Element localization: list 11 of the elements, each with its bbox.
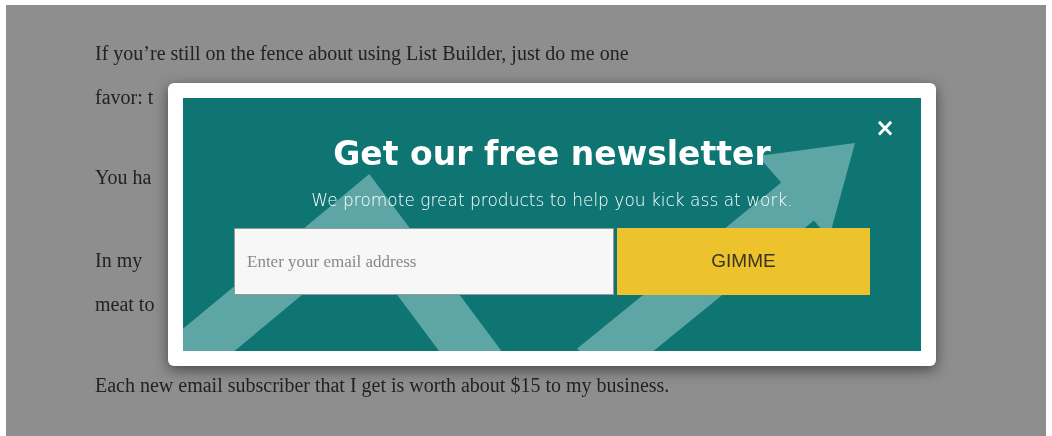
article-text: In my — [95, 249, 143, 271]
email-input-field[interactable]: Enter your email address — [234, 228, 614, 295]
article-text: If you’re still on the fence about using List Builder, just do me one — [95, 42, 629, 64]
popup-subtitle: We promote great products to help you kick ass at work. — [311, 189, 793, 212]
article-text: meat to — [95, 293, 155, 315]
gimme-button[interactable]: GIMME — [617, 228, 870, 295]
popup-title: Get our free newsletter — [333, 133, 771, 175]
article-text: Each new email subscriber that I get is worth about $15 to my business. — [95, 374, 670, 396]
article-text: You ha — [95, 166, 152, 188]
article-text: favor: t — [95, 86, 154, 108]
close-button[interactable]: × — [874, 116, 895, 140]
